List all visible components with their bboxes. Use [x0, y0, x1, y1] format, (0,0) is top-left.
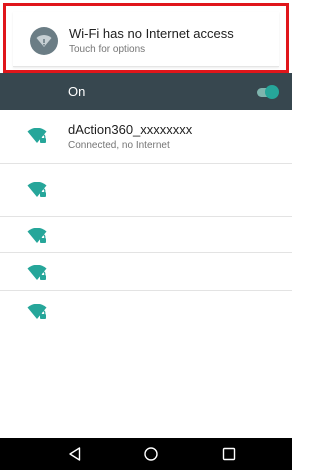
wifi-toggle-label: On: [68, 84, 86, 99]
wifi-locked-icon: [27, 128, 47, 143]
wifi-locked-icon: [27, 182, 47, 197]
network-ssid: dAction360_xxxxxxxx: [68, 122, 193, 137]
wifi-settings-screen: Wi-Fi has no Internet access Touch for o…: [0, 0, 292, 470]
wifi-no-internet-notification[interactable]: Wi-Fi has no Internet access Touch for o…: [13, 12, 279, 67]
wifi-locked-icon: [27, 304, 47, 319]
wifi-switch-thumb[interactable]: [265, 85, 279, 99]
wifi-alert-icon: [30, 27, 58, 55]
wifi-locked-icon: [27, 228, 47, 243]
navigation-bar: [0, 438, 292, 470]
wifi-locked-icon: [27, 265, 47, 280]
notification-title: Wi-Fi has no Internet access: [69, 26, 234, 41]
network-row[interactable]: [0, 253, 292, 291]
back-icon[interactable]: [67, 446, 83, 462]
network-row-connected[interactable]: dAction360_xxxxxxxx Connected, no Intern…: [0, 110, 292, 164]
home-icon[interactable]: [143, 446, 159, 462]
notification-subtitle: Touch for options: [69, 44, 146, 55]
network-row[interactable]: [0, 217, 292, 253]
recents-icon[interactable]: [221, 446, 237, 462]
network-row[interactable]: [0, 291, 292, 331]
network-status: Connected, no Internet: [68, 140, 170, 151]
wifi-toggle-bar[interactable]: On: [0, 73, 292, 110]
network-row[interactable]: [0, 164, 292, 217]
